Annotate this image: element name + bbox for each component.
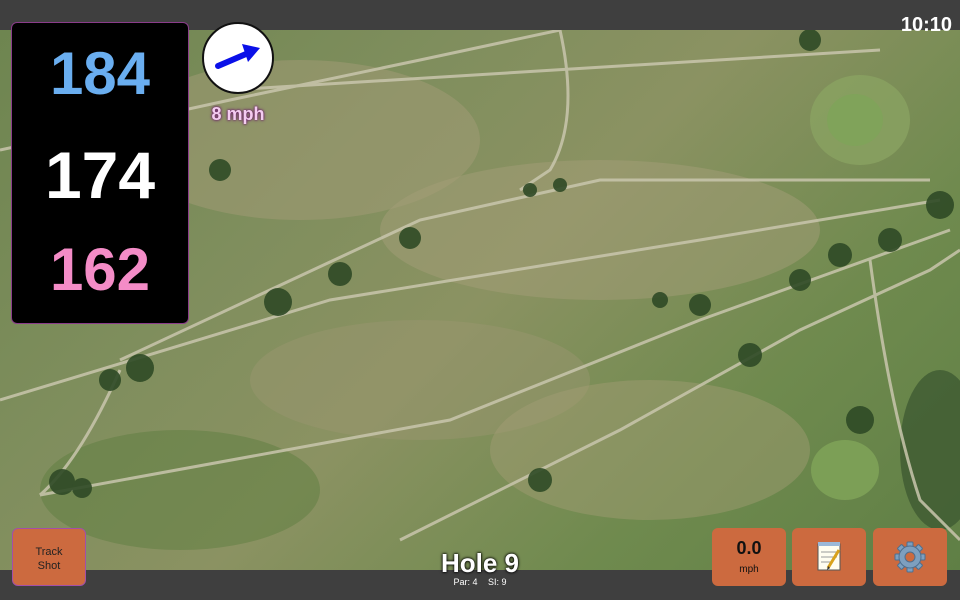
wind-arrow-icon — [215, 44, 260, 69]
wind-speed-label: 8 mph — [211, 104, 265, 124]
settings-button[interactable] — [873, 528, 947, 586]
wind-indicator — [202, 22, 274, 94]
track-shot-label-line2: Shot — [37, 560, 61, 572]
distance-center: 174 — [44, 138, 156, 212]
distance-front: 162 — [49, 236, 151, 303]
clock-time: 10:10 — [900, 14, 952, 36]
hole-stroke-index: SI: 9 — [488, 577, 507, 587]
speed-unit: mph — [739, 564, 759, 575]
notepad-icon — [817, 542, 841, 571]
hole-info: Par: 4 SI: 9 — [380, 577, 580, 587]
gear-icon — [894, 541, 926, 573]
track-shot-button[interactable]: Track Shot — [12, 528, 86, 586]
speed-value: 0.0 — [736, 538, 762, 558]
distance-back: 184 — [49, 40, 151, 107]
notes-button[interactable] — [792, 528, 866, 586]
hole-title: Hole 9 — [440, 548, 520, 578]
track-shot-label-line1: Track — [35, 546, 63, 558]
speed-button[interactable]: 0.0 mph — [712, 528, 786, 586]
distance-panel: 184 174 162 — [11, 22, 189, 324]
hole-par: Par: 4 — [453, 577, 478, 587]
